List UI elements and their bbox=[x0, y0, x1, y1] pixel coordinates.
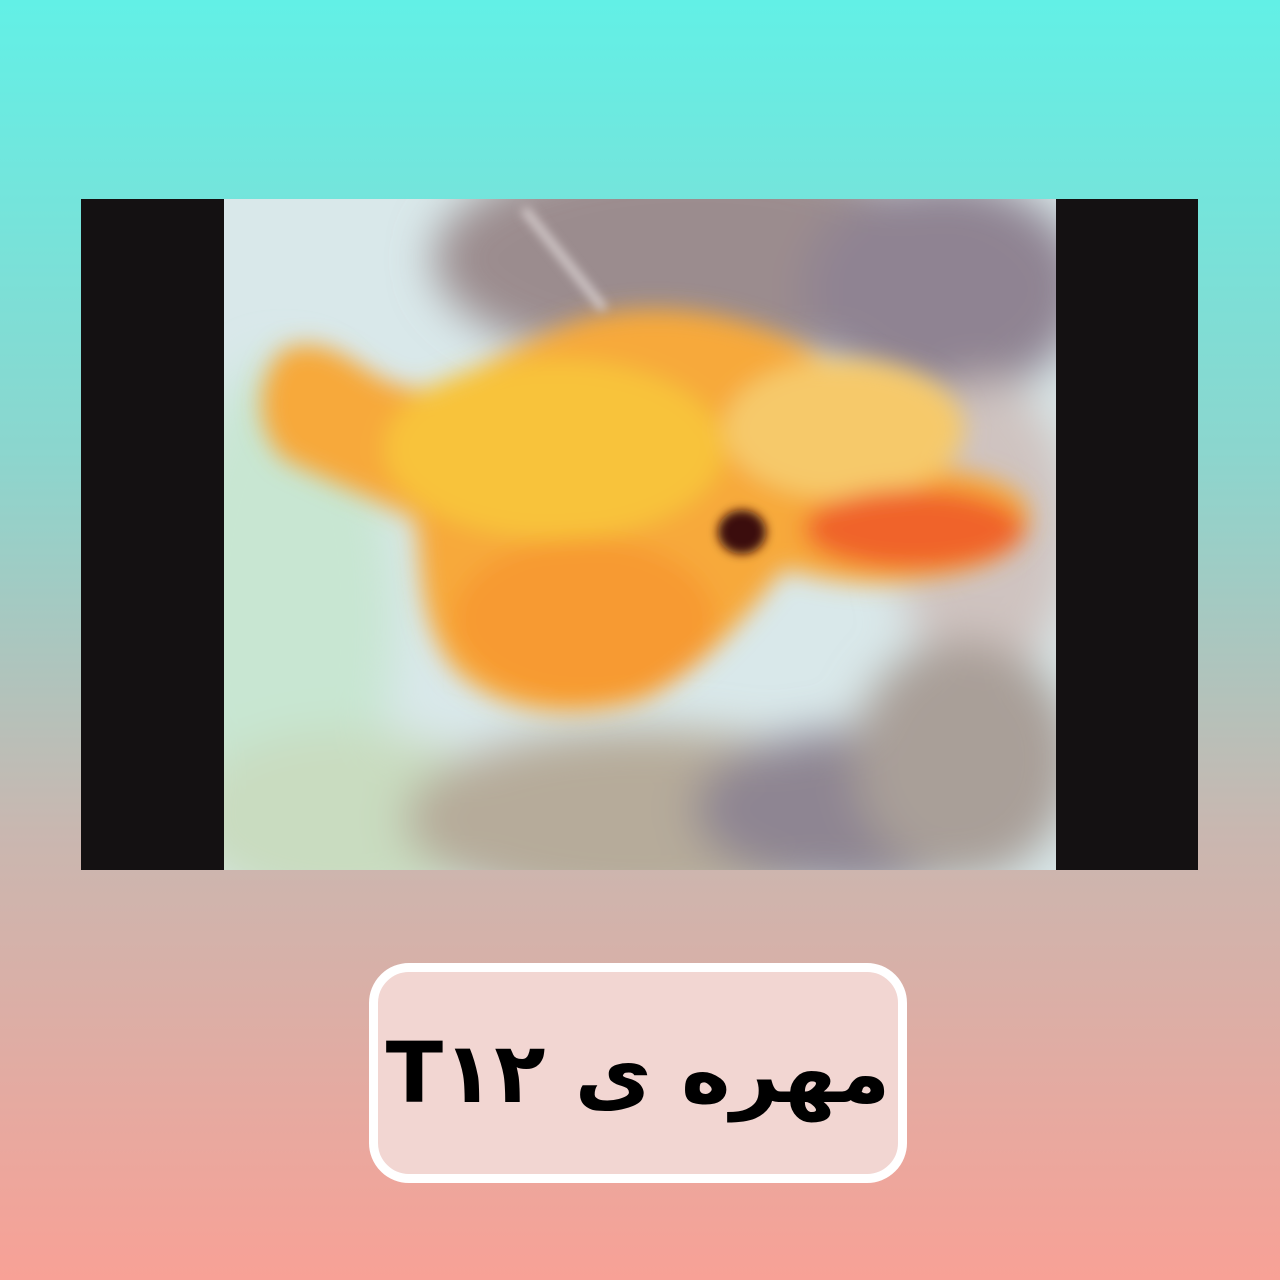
vertebra-photo bbox=[224, 199, 1056, 870]
vertebra-photo-drawing bbox=[224, 199, 1056, 870]
video-frame bbox=[81, 199, 1198, 870]
caption-box: مهره ی T۱۲ bbox=[369, 963, 907, 1183]
caption-text: مهره ی T۱۲ bbox=[385, 1024, 891, 1122]
